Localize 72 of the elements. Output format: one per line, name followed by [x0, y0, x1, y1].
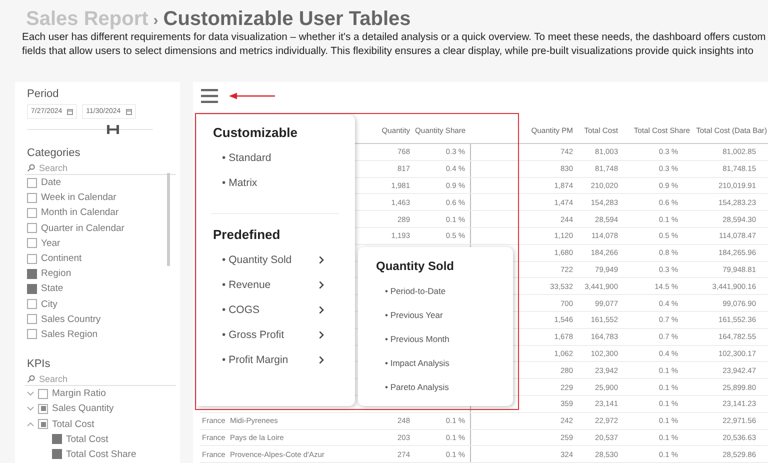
checkbox[interactable]: [27, 299, 37, 310]
chevron-icon[interactable]: [27, 406, 34, 412]
checkbox-item[interactable]: City: [27, 296, 168, 312]
tree-item[interactable]: Margin Ratio: [27, 386, 168, 402]
menu-item[interactable]: • Matrix: [213, 170, 324, 195]
tree-item[interactable]: Total Cost: [27, 416, 168, 432]
menu-heading: Predefined: [213, 227, 282, 244]
slider-handle[interactable]: [106, 125, 119, 134]
checkbox-item[interactable]: Date: [27, 175, 168, 190]
checkbox[interactable]: [38, 419, 48, 430]
checkbox[interactable]: [27, 208, 37, 218]
chevron-icon[interactable]: [27, 422, 34, 427]
tree-item[interactable]: Total Cost: [27, 432, 168, 447]
menu-heading: Quantity Sold: [376, 259, 455, 275]
menu-heading: Customizable: [213, 125, 299, 142]
checkbox[interactable]: [52, 434, 62, 444]
checkbox[interactable]: [27, 178, 37, 188]
menu-item[interactable]: • Quantity Sold: [213, 247, 324, 272]
menu-item[interactable]: • Previous Month: [376, 327, 450, 351]
description-text: Each user has different requirements for data visualization – whether it's a detailed analysis or a quick overview. To meet these needs, the dashboard offers custom: [22, 31, 767, 45]
menu-item[interactable]: • Profit Margin: [213, 347, 324, 372]
checkbox-item[interactable]: Quarter in Calendar: [27, 220, 168, 236]
checkbox[interactable]: [38, 388, 48, 399]
checkbox[interactable]: [27, 268, 37, 279]
section-label: Categories: [27, 147, 82, 159]
menu-icon[interactable]: [201, 89, 218, 103]
chevron-icon[interactable]: [27, 391, 34, 396]
chevron-right-icon: [319, 256, 324, 264]
checkbox[interactable]: [52, 449, 62, 460]
search-field[interactable]: Search: [39, 162, 139, 172]
menu-item[interactable]: • Period-to-Date: [376, 279, 446, 303]
tree-item[interactable]: Sales Quantity: [27, 401, 168, 416]
search-icon: [27, 374, 35, 383]
checkbox[interactable]: [27, 223, 37, 234]
calendar-icon: [126, 108, 132, 114]
chevron-right-icon: [319, 280, 324, 288]
chevron-right-icon: [319, 330, 324, 338]
checkbox-item[interactable]: State: [27, 281, 168, 296]
checkbox[interactable]: [38, 404, 48, 414]
search-icon: [27, 164, 35, 172]
checkbox[interactable]: [27, 254, 37, 264]
page-title: Customizable User Tables: [163, 8, 411, 31]
menu-item[interactable]: • COGS: [213, 297, 324, 322]
checkbox-item[interactable]: Week in Calendar: [27, 190, 168, 206]
checkbox-item[interactable]: Year: [27, 236, 168, 251]
chevron-right-icon: [319, 306, 324, 314]
menu-item[interactable]: • Gross Profit: [213, 322, 324, 347]
menu-item[interactable]: • Impact Analysis: [376, 351, 450, 375]
arrow-annotation: [229, 92, 275, 100]
checkbox-item[interactable]: Sales Region: [27, 326, 168, 342]
menu-item[interactable]: • Pareto Analysis: [376, 375, 449, 399]
section-label: KPIs: [27, 358, 52, 370]
calendar-icon: [67, 108, 74, 114]
checkbox[interactable]: [27, 284, 37, 294]
description-text: fields that allow users to select dimensions and metrics individually. This flexibility ensures a clear display, while pre-built visualizations provide quick insights into: [22, 45, 754, 59]
menu-item[interactable]: • Standard: [213, 145, 324, 170]
chevron-right-icon: [319, 356, 324, 364]
checkbox-item[interactable]: Month in Calendar: [27, 205, 168, 221]
checkbox[interactable]: [27, 329, 37, 340]
checkbox[interactable]: [27, 192, 37, 203]
checkbox[interactable]: [27, 238, 37, 248]
menu-item[interactable]: • Revenue: [213, 272, 324, 297]
breadcrumb-separator: ›: [153, 12, 158, 29]
scrollbar[interactable]: [167, 173, 170, 266]
checkbox-item[interactable]: Region: [27, 266, 168, 282]
tree-item[interactable]: Total Cost Share: [27, 446, 168, 462]
checkbox[interactable]: [27, 314, 37, 324]
section-label: Period: [27, 88, 60, 100]
checkbox-item[interactable]: Continent: [27, 250, 168, 266]
search-field[interactable]: Search: [39, 374, 139, 384]
checkbox-item[interactable]: Sales Country: [27, 312, 168, 327]
menu-item[interactable]: • Previous Year: [376, 303, 443, 327]
